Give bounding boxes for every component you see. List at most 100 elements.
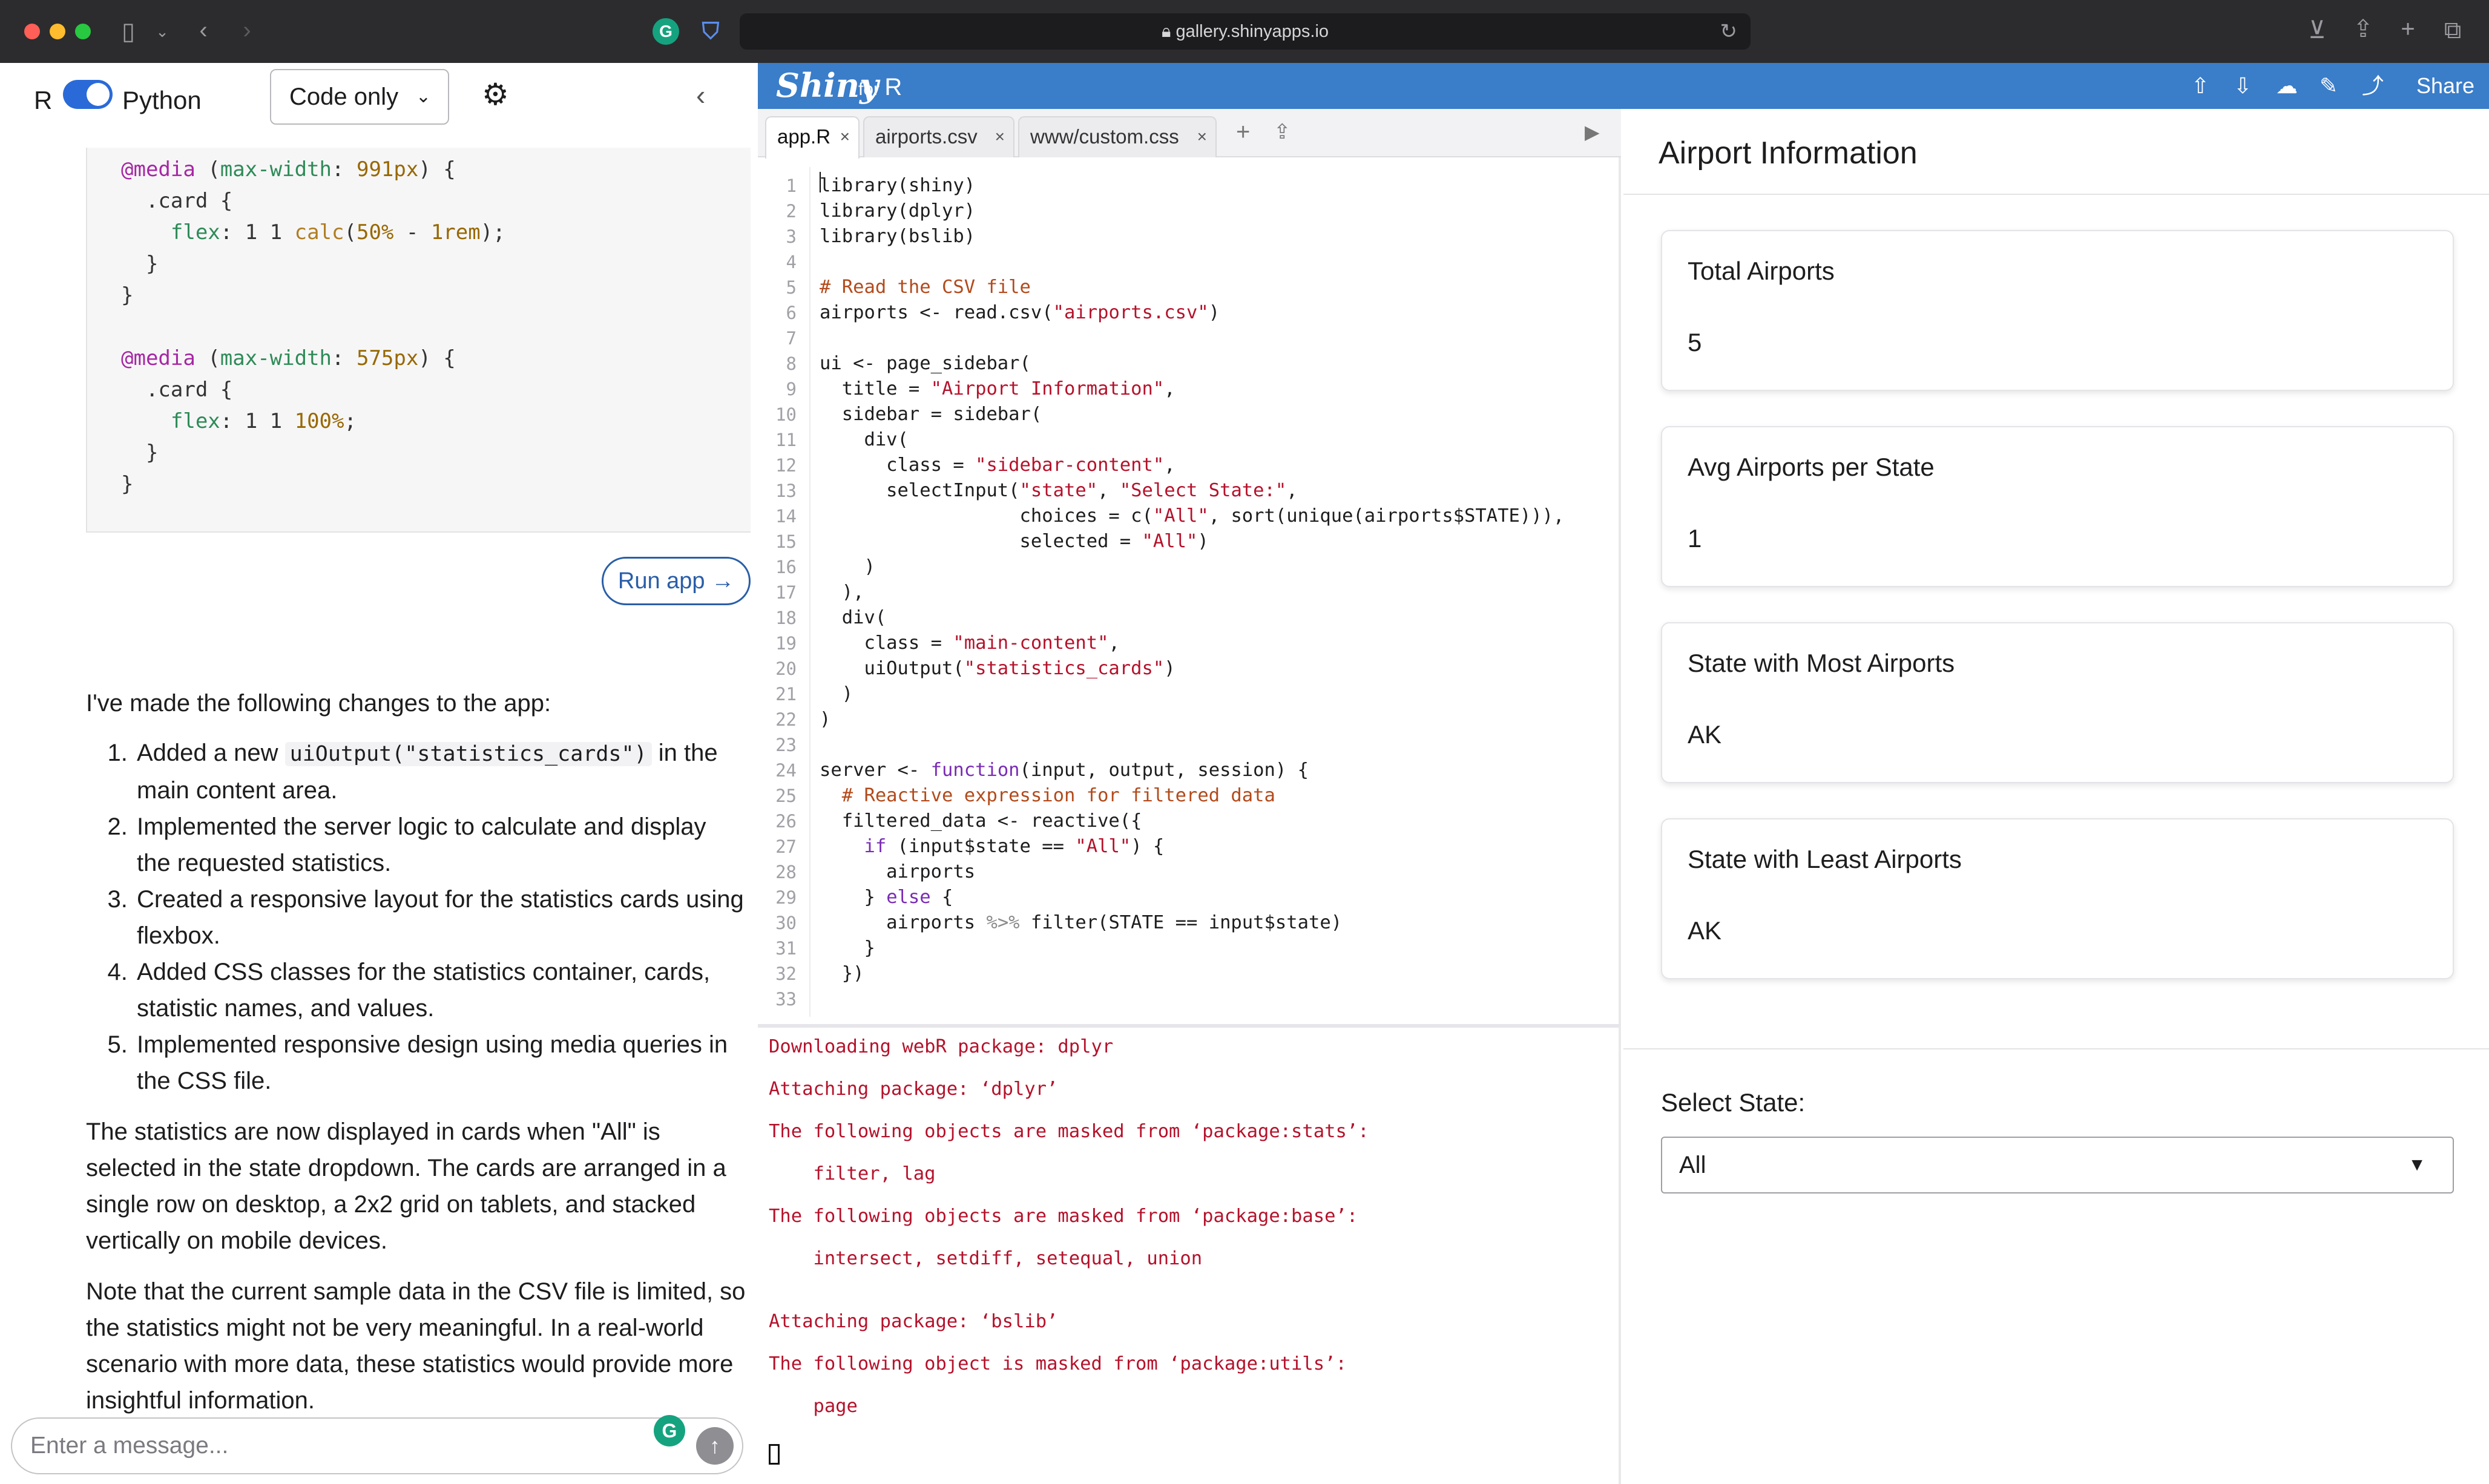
code-line: server <- function(input, output, sessio…: [820, 760, 1309, 781]
code-line: div(: [820, 607, 887, 628]
close-icon[interactable]: ×: [840, 117, 850, 156]
run-icon[interactable]: ▶: [1585, 119, 1600, 145]
changes-list: Added a new uiOutput("statistics_cards")…: [86, 735, 746, 1099]
list-item: Implemented responsive design using medi…: [134, 1026, 746, 1099]
css-code-line: }: [121, 472, 134, 496]
line-number: 3: [786, 226, 797, 247]
code-line: class = "sidebar-content",: [820, 455, 1175, 476]
shield-icon[interactable]: ⛉: [697, 18, 724, 45]
view-mode-select[interactable]: Code only ⌄: [270, 69, 449, 125]
upload-file-icon[interactable]: ⇪: [1274, 119, 1291, 145]
reload-icon[interactable]: ↻: [1720, 21, 1738, 42]
code-line: ): [820, 556, 875, 577]
send-button[interactable]: ↑: [696, 1427, 734, 1465]
console-cursor[interactable]: [769, 1444, 780, 1465]
inline-code: uiOutput("statistics_cards"): [284, 742, 652, 766]
message-input[interactable]: Enter a message...: [30, 1419, 228, 1473]
line-number: 5: [786, 277, 797, 298]
divider: [1623, 1048, 2489, 1049]
lock-icon: 🔒︎: [1161, 22, 1176, 41]
shiny-for-label: for R: [858, 75, 902, 102]
sidebar-icon[interactable]: ▯: [115, 19, 142, 44]
code-line: choices = c("All", sort(unique(airports$…: [820, 505, 1565, 527]
grammarly-icon[interactable]: G: [653, 18, 679, 45]
back-icon[interactable]: ‹: [191, 18, 215, 42]
css-code-line: @media (max-width: 991px) {: [121, 157, 456, 182]
upload-icon[interactable]: ⇧: [2191, 74, 2209, 98]
language-label-r: R: [34, 86, 53, 114]
css-code-line: flex: 1 1 calc(50% - 1rem);: [170, 220, 505, 245]
new-tab-icon[interactable]: +: [2395, 17, 2421, 41]
code-line: ): [820, 709, 831, 730]
line-number: 31: [775, 938, 797, 959]
line-number: 26: [775, 811, 797, 832]
grammarly-icon[interactable]: G: [654, 1415, 685, 1446]
code-line: ): [820, 683, 853, 704]
stat-card-least: State with Least Airports AK: [1661, 818, 2454, 979]
code-line: airports <- read.csv("airports.csv"): [820, 302, 1220, 323]
tab-label: www/custom.css: [1030, 125, 1179, 148]
collapse-panel-icon[interactable]: ‹: [696, 81, 705, 109]
css-code-line: [121, 311, 751, 343]
edit-icon[interactable]: ✎: [2320, 74, 2338, 98]
stat-value: 5: [1688, 328, 1702, 356]
code-line: # Reactive expression for filtered data: [841, 785, 1275, 806]
tab-airports-csv[interactable]: airports.csv ×: [863, 116, 1014, 157]
line-number: 21: [775, 684, 797, 704]
line-number: 9: [786, 379, 797, 399]
share-button[interactable]: Share: [2416, 73, 2474, 99]
zoom-window-button[interactable]: [75, 24, 91, 39]
code-line: library(dplyr): [820, 200, 976, 222]
console-line: intersect, setdiff, setequal, union: [769, 1248, 1203, 1269]
run-app-button[interactable]: Run app →: [602, 557, 751, 605]
line-number: 15: [775, 531, 797, 552]
tab-custom-css[interactable]: www/custom.css ×: [1018, 116, 1217, 157]
css-code-line: }: [121, 441, 159, 465]
gear-icon[interactable]: ⚙: [482, 76, 509, 113]
chevron-down-icon[interactable]: ⌄: [154, 19, 171, 44]
share-icon[interactable]: ⇪: [2350, 17, 2376, 41]
tab-app-r[interactable]: app.R ×: [765, 116, 860, 159]
code-line: airports: [820, 861, 976, 882]
intro-text: I've made the following changes to the a…: [86, 690, 551, 717]
console-line: The following object is masked from ‘pac…: [769, 1353, 1347, 1374]
chat-pane: R Python Code only ⌄ ⚙ ‹ @media (max-wid…: [0, 63, 751, 1484]
console-line: filter, lag: [769, 1163, 936, 1184]
close-icon[interactable]: ×: [995, 117, 1005, 156]
language-toggle[interactable]: [63, 80, 113, 109]
code-area[interactable]: 1 library(shiny) 2 library(dplyr) 3 library(b…: [758, 167, 1621, 1017]
line-number: 7: [786, 328, 797, 349]
note-paragraph: Note that the current sample data in the…: [86, 1278, 746, 1414]
list-item: Added a new uiOutput("statistics_cards")…: [134, 735, 746, 809]
code-line: }): [820, 963, 864, 984]
code-line: class = "main-content",: [820, 632, 1120, 654]
tabs-overview-icon[interactable]: ⧉: [2439, 18, 2466, 42]
minimize-window-button[interactable]: [50, 24, 65, 39]
shiny-header: Shiny for R ⇧ ⇩ ☁ ✎ ⤴ Share: [758, 63, 2489, 109]
cloud-icon[interactable]: ☁: [2276, 74, 2298, 98]
close-icon[interactable]: ×: [1197, 117, 1207, 156]
add-file-icon[interactable]: +: [1236, 119, 1250, 145]
close-window-button[interactable]: [24, 24, 40, 39]
code-line: library(bslib): [820, 226, 976, 247]
css-code-line: @media (max-width: 575px) {: [121, 346, 456, 370]
code-line: selectInput("state", "Select State:",: [820, 480, 1298, 501]
forward-icon[interactable]: ›: [235, 18, 259, 42]
line-number: 14: [775, 506, 797, 527]
line-number: 24: [775, 760, 797, 781]
stat-value: 1: [1688, 524, 1702, 553]
code-line: uiOutput("statistics_cards"): [820, 658, 1175, 679]
download-icon[interactable]: ⇩: [2234, 74, 2252, 98]
stat-value: AK: [1688, 916, 1722, 945]
tab-label: app.R: [777, 125, 831, 148]
download-icon[interactable]: ⊻: [2304, 18, 2330, 42]
line-number: 23: [775, 735, 797, 755]
address-bar[interactable]: 🔒︎ gallery.shinyapps.io ↻: [740, 13, 1751, 50]
state-select[interactable]: All ▼: [1661, 1137, 2454, 1193]
share-icon[interactable]: ⤴: [2362, 74, 2384, 98]
line-number: 6: [786, 303, 797, 323]
stat-name: State with Least Airports: [1688, 845, 1962, 873]
code-editor: app.R × airports.csv × www/custom.css × + ⇪…: [758, 109, 1621, 1024]
message-box[interactable]: Enter a message... G ↑: [11, 1415, 743, 1474]
line-number: 8: [786, 353, 797, 374]
